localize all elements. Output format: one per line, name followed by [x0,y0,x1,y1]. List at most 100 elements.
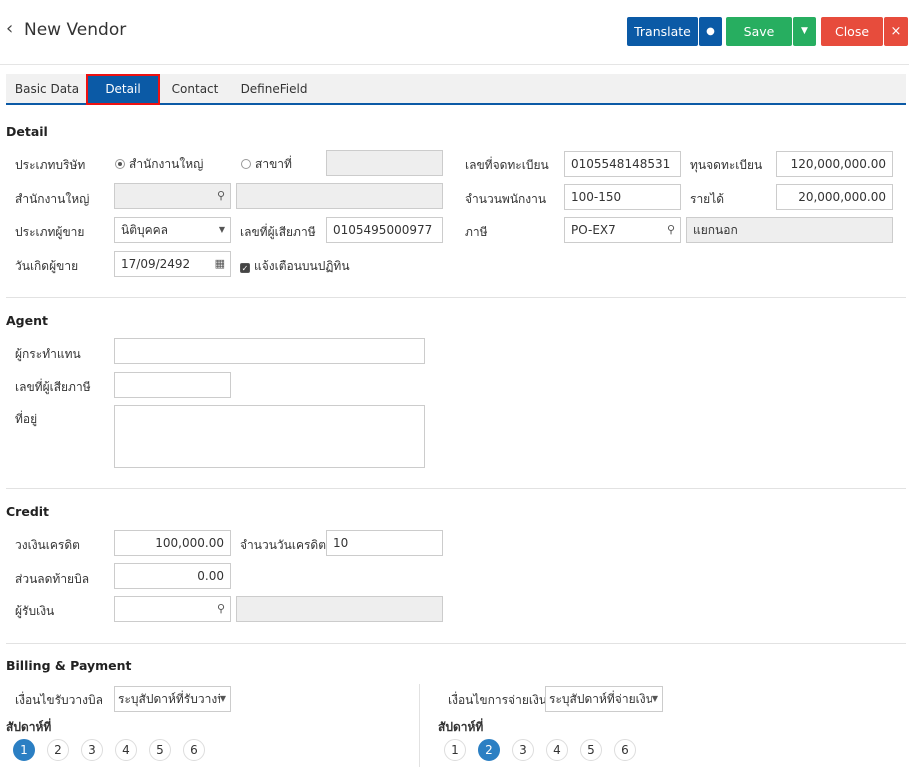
radio-branch-label: สาขาที่ [255,157,292,171]
address-textarea[interactable] [114,405,425,468]
payee-lookup-input[interactable]: ⚲ [114,596,231,622]
search-icon[interactable]: ⚲ [217,184,225,208]
discount-label: ส่วนลดท้ายบิล [15,572,90,586]
week-label-left: สัปดาห์ที่ [6,720,52,734]
back-button[interactable]: ‹ [6,18,13,39]
notify-checkbox[interactable]: ✓ แจ้งเตือนบนปฏิทิน [240,257,350,276]
divider [6,643,906,644]
branch-number-input[interactable] [326,150,443,176]
billing-section-title: Billing & Payment [6,658,132,673]
save-dropdown-button[interactable]: ▼ [793,17,816,46]
week-option-4[interactable]: 4 [115,739,137,761]
agent-input[interactable] [114,338,425,364]
credit-days-label: จำนวนวันเครดิต [240,538,327,552]
hq-label: สำนักงานใหญ่ [15,192,90,206]
payee-name-input [236,596,443,622]
translate-button[interactable]: Translate [627,17,698,46]
birth-label: วันเกิดผู้ขาย [15,259,79,273]
tab-contact[interactable]: Contact [164,76,226,102]
caret-down-icon: ▼ [219,687,226,711]
week-option-2[interactable]: 2 [478,739,500,761]
radio-off-icon [241,159,251,169]
capital-label: ทุนจดทะเบียน [690,158,763,172]
divider [6,488,906,489]
agent-label: ผู้กระทำแทน [15,347,81,361]
chevron-left-icon: ‹ [6,18,14,39]
agent-tax-id-input[interactable] [114,372,231,398]
vendor-type-select[interactable]: นิติบุคคล ▼ [114,217,231,243]
reg-no-input[interactable]: 0105548148531 [564,151,681,177]
billing-cond-value: ระบุสัปดาห์ที่รับวางบิ [118,692,225,706]
credit-limit-label: วงเงินเครดิต [15,538,80,552]
notify-label: แจ้งเตือนบนปฏิทิน [254,259,350,273]
tax-lookup-input[interactable]: PO-EX7 ⚲ [564,217,681,243]
capital-input[interactable]: 120,000,000.00 [776,151,893,177]
income-input[interactable]: 20,000,000.00 [776,184,893,210]
week-option-1[interactable]: 1 [13,739,35,761]
week-option-1[interactable]: 1 [444,739,466,761]
close-x-button[interactable]: × [884,17,908,46]
vendor-type-value: นิติบุคคล [121,223,169,237]
hq-name-input[interactable] [236,183,443,209]
credit-section-title: Credit [6,504,50,519]
payment-cond-label: เงื่อนไขการจ่ายเงิน [448,693,548,707]
tax-id-label: เลขที่ผู้เสียภาษี [240,225,316,239]
birth-value: 17/09/2492 [121,257,191,271]
income-label: รายได้ [690,192,725,206]
tax-id-input[interactable]: 0105495000977 [326,217,443,243]
credit-days-input[interactable]: 10 [326,530,443,556]
search-icon[interactable]: ⚲ [667,218,675,242]
vendor-type-label: ประเภทผู้ขาย [15,225,85,239]
week-label-right: สัปดาห์ที่ [438,720,484,734]
save-button[interactable]: Save [726,17,792,46]
hq-lookup-input[interactable]: ⚲ [114,183,231,209]
billing-cond-label: เงื่อนไขรับวางบิล [15,693,103,707]
tax-label: ภาษี [465,225,488,239]
week-option-5[interactable]: 5 [149,739,171,761]
week-option-6[interactable]: 6 [183,739,205,761]
tax-desc-input: แยกนอก [686,217,893,243]
divider [6,297,906,298]
tab-detail[interactable]: Detail [86,74,160,105]
tax-value: PO-EX7 [571,223,616,237]
employees-input[interactable]: 100-150 [564,184,681,210]
globe-icon: ● [706,26,715,37]
column-divider [419,684,420,767]
search-icon[interactable]: ⚲ [217,597,225,621]
week-option-6[interactable]: 6 [614,739,636,761]
radio-on-icon [115,159,125,169]
billing-cond-select[interactable]: ระบุสัปดาห์ที่รับวางบิ ▼ [114,686,231,712]
detail-section-title: Detail [6,124,48,139]
week-option-5[interactable]: 5 [580,739,602,761]
agent-section-title: Agent [6,313,48,328]
caret-down-icon: ▼ [651,687,658,711]
reg-no-label: เลขที่จดทะเบียน [465,158,549,172]
week-option-3[interactable]: 3 [81,739,103,761]
radio-hq-label: สำนักงานใหญ่ [129,157,204,171]
company-type-label: ประเภทบริษัท [15,158,86,172]
credit-limit-input[interactable]: 100,000.00 [114,530,231,556]
week-option-3[interactable]: 3 [512,739,534,761]
week-option-2[interactable]: 2 [47,739,69,761]
header-divider [0,64,909,65]
employees-label: จำนวนพนักงาน [465,192,547,206]
caret-down-icon: ▼ [801,26,808,36]
birth-date-input[interactable]: 17/09/2492 ▦ [114,251,231,277]
caret-down-icon: ▼ [218,225,225,234]
check-icon: ✓ [240,263,250,273]
payment-cond-value: ระบุสัปดาห์ที่จ่ายเงิน [549,692,654,706]
address-label: ที่อยู่ [15,412,38,426]
radio-headquarters[interactable]: สำนักงานใหญ่ [115,155,203,174]
discount-input[interactable]: 0.00 [114,563,231,589]
payee-label: ผู้รับเงิน [15,604,55,618]
page-title: New Vendor [24,20,127,40]
translate-options-button[interactable]: ● [699,17,722,46]
payment-cond-select[interactable]: ระบุสัปดาห์ที่จ่ายเงิน ▼ [545,686,663,712]
radio-branch[interactable]: สาขาที่ [241,155,292,174]
tab-definefield[interactable]: DefineField [234,76,314,102]
calendar-icon[interactable]: ▦ [215,252,225,276]
tab-basic-data[interactable]: Basic Data [10,76,84,102]
week-option-4[interactable]: 4 [546,739,568,761]
close-button[interactable]: Close [821,17,883,46]
close-icon: × [890,24,902,39]
